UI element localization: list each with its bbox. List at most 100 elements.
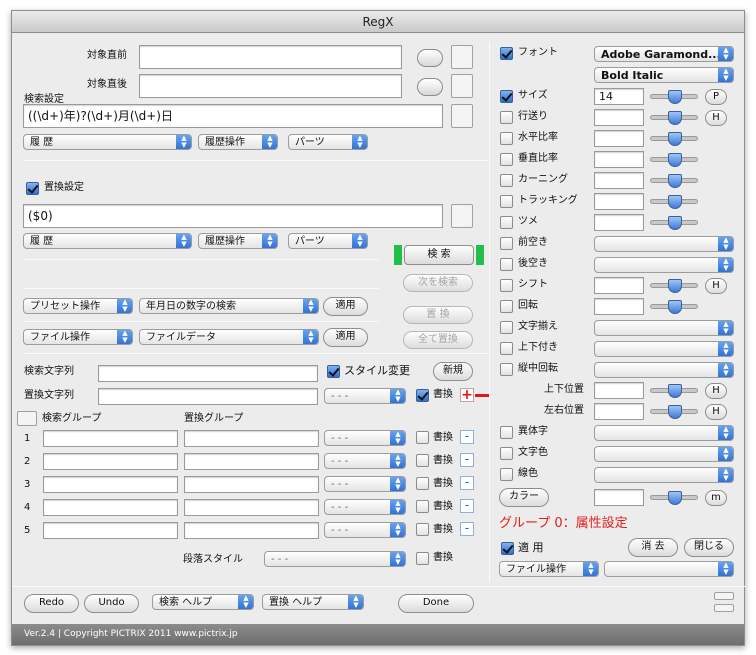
tsume-input[interactable]	[594, 214, 644, 231]
rotate-input[interactable]	[594, 298, 644, 315]
rotate-slider-knob[interactable]	[668, 300, 682, 314]
search-group-input[interactable]	[43, 453, 178, 470]
vertical-rotate-popup[interactable]: ▲ ▼	[594, 362, 734, 378]
group-write-checkbox[interactable]	[416, 477, 429, 490]
replace-button[interactable]: 置 換	[403, 306, 473, 324]
line-color-popup[interactable]: ▲ ▼	[594, 467, 734, 483]
hpos-slider-knob[interactable]	[668, 405, 682, 419]
vscale-input[interactable]	[594, 151, 644, 168]
remove-group-icon[interactable]: -	[460, 522, 474, 536]
hpos-h-button[interactable]: H	[705, 404, 727, 420]
before-input[interactable]	[139, 45, 402, 69]
search-history-popup[interactable]: 履 歴 ▲ ▼	[23, 134, 192, 150]
color-popup[interactable]: ▲ ▼	[594, 446, 734, 462]
align-checkbox[interactable]	[500, 321, 513, 334]
kerning-checkbox[interactable]	[500, 174, 513, 187]
tracking-slider-knob[interactable]	[668, 195, 682, 209]
replace-pattern-options-box[interactable]	[451, 204, 473, 228]
remove-group-icon[interactable]: -	[460, 453, 474, 467]
rotate-checkbox[interactable]	[500, 300, 513, 313]
leading-checkbox[interactable]	[500, 111, 513, 124]
tracking-checkbox[interactable]	[500, 195, 513, 208]
font-style-popup[interactable]: Bold Italic ▲ ▼	[594, 67, 734, 83]
shift-h-button[interactable]: H	[705, 278, 727, 294]
remove-group-icon[interactable]: -	[460, 499, 474, 513]
resize-handle-bottom[interactable]	[714, 604, 734, 612]
leading-h-button[interactable]: H	[705, 110, 727, 126]
search-button[interactable]: 検 索	[404, 245, 474, 265]
color-button[interactable]: カラー	[499, 488, 549, 507]
group-write-checkbox[interactable]	[416, 500, 429, 513]
tsume-slider-knob[interactable]	[668, 216, 682, 230]
vpos-slider-knob[interactable]	[668, 384, 682, 398]
vscale-slider-knob[interactable]	[668, 153, 682, 167]
line-color-checkbox[interactable]	[500, 468, 513, 481]
group-style-popup[interactable]: - - - ▲ ▼	[324, 430, 406, 446]
color-checkbox[interactable]	[500, 447, 513, 460]
space-after-popup[interactable]: ▲ ▼	[594, 257, 734, 273]
replace-group-input[interactable]	[184, 499, 319, 516]
tsume-checkbox[interactable]	[500, 216, 513, 229]
leading-slider-knob[interactable]	[668, 111, 682, 125]
done-button[interactable]: Done	[398, 594, 474, 613]
before-options-box[interactable]	[451, 45, 473, 69]
space-before-popup[interactable]: ▲ ▼	[594, 236, 734, 252]
tcy-checkbox[interactable]	[500, 342, 513, 355]
replace-pattern-input[interactable]: ($0)	[23, 204, 443, 228]
after-options-box[interactable]	[451, 74, 473, 98]
search-string-input[interactable]	[98, 365, 318, 382]
hscale-slider-knob[interactable]	[668, 132, 682, 146]
preset-apply-button[interactable]: 適用	[323, 297, 368, 316]
replace-history-op-popup[interactable]: 履歴操作 ▲ ▼	[198, 233, 278, 249]
variant-checkbox[interactable]	[500, 426, 513, 439]
group-style-popup[interactable]: - - - ▲ ▼	[324, 476, 406, 492]
group-select-box[interactable]	[17, 411, 37, 426]
align-popup[interactable]: ▲ ▼	[594, 320, 734, 336]
size-p-button[interactable]: P	[705, 89, 727, 105]
file-op-popup[interactable]: ファイル操作 ▲ ▼	[23, 329, 133, 345]
search-pattern-input[interactable]: ((\d+)年)?(\d+)月(\d+)日	[23, 104, 443, 128]
space-after-checkbox[interactable]	[500, 258, 513, 271]
size-input[interactable]: 14	[594, 88, 644, 105]
paragraph-write-checkbox[interactable]	[416, 552, 429, 565]
shift-slider-knob[interactable]	[668, 279, 682, 293]
kerning-input[interactable]	[594, 172, 644, 189]
replace-help-popup[interactable]: 置換 ヘルプ ▲ ▼	[262, 594, 364, 610]
replace-group-input[interactable]	[184, 430, 319, 447]
tcy-popup[interactable]: ▲ ▼	[594, 341, 734, 357]
preset-select-popup[interactable]: 年月日の数字の検索 ▲ ▼	[139, 298, 319, 314]
apply-checkbox[interactable]	[501, 542, 514, 555]
font-checkbox[interactable]	[500, 47, 513, 60]
replace-all-button[interactable]: 全て置換	[403, 331, 473, 349]
vertical-rotate-checkbox[interactable]	[500, 363, 513, 376]
replace-group-input[interactable]	[184, 476, 319, 493]
undo-button[interactable]: Undo	[84, 594, 139, 613]
replace-string-input[interactable]	[98, 388, 318, 405]
after-input[interactable]	[139, 74, 402, 98]
kerning-slider-knob[interactable]	[668, 174, 682, 188]
vpos-h-button[interactable]: H	[705, 383, 727, 399]
replace-group-input[interactable]	[184, 522, 319, 539]
hscale-input[interactable]	[594, 130, 644, 147]
new-button[interactable]: 新規	[433, 362, 473, 381]
replace-style-popup[interactable]: - - - ▲ ▼	[324, 388, 406, 404]
resize-handle-top[interactable]	[714, 592, 734, 600]
variant-popup[interactable]: ▲ ▼	[594, 425, 734, 441]
style-change-checkbox[interactable]	[327, 365, 340, 378]
space-before-checkbox[interactable]	[500, 237, 513, 250]
search-group-input[interactable]	[43, 522, 178, 539]
group-write-checkbox[interactable]	[416, 523, 429, 536]
add-group-icon[interactable]: +	[460, 388, 474, 402]
search-pattern-options-box[interactable]	[451, 104, 473, 128]
replace-settings-checkbox[interactable]	[26, 182, 39, 195]
group-style-popup[interactable]: - - - ▲ ▼	[324, 453, 406, 469]
paragraph-style-popup[interactable]: - - - ▲ ▼	[264, 551, 406, 567]
tracking-input[interactable]	[594, 193, 644, 210]
remove-group-icon[interactable]: -	[460, 476, 474, 490]
search-group-input[interactable]	[43, 430, 178, 447]
file-apply-button[interactable]: 適用	[323, 328, 368, 347]
preset-op-popup[interactable]: プリセット操作 ▲ ▼	[23, 298, 133, 314]
clear-button[interactable]: 消 去	[628, 538, 678, 557]
font-popup[interactable]: Adobe Garamond... ▲ ▼	[594, 46, 734, 62]
hpos-input[interactable]	[594, 403, 644, 420]
